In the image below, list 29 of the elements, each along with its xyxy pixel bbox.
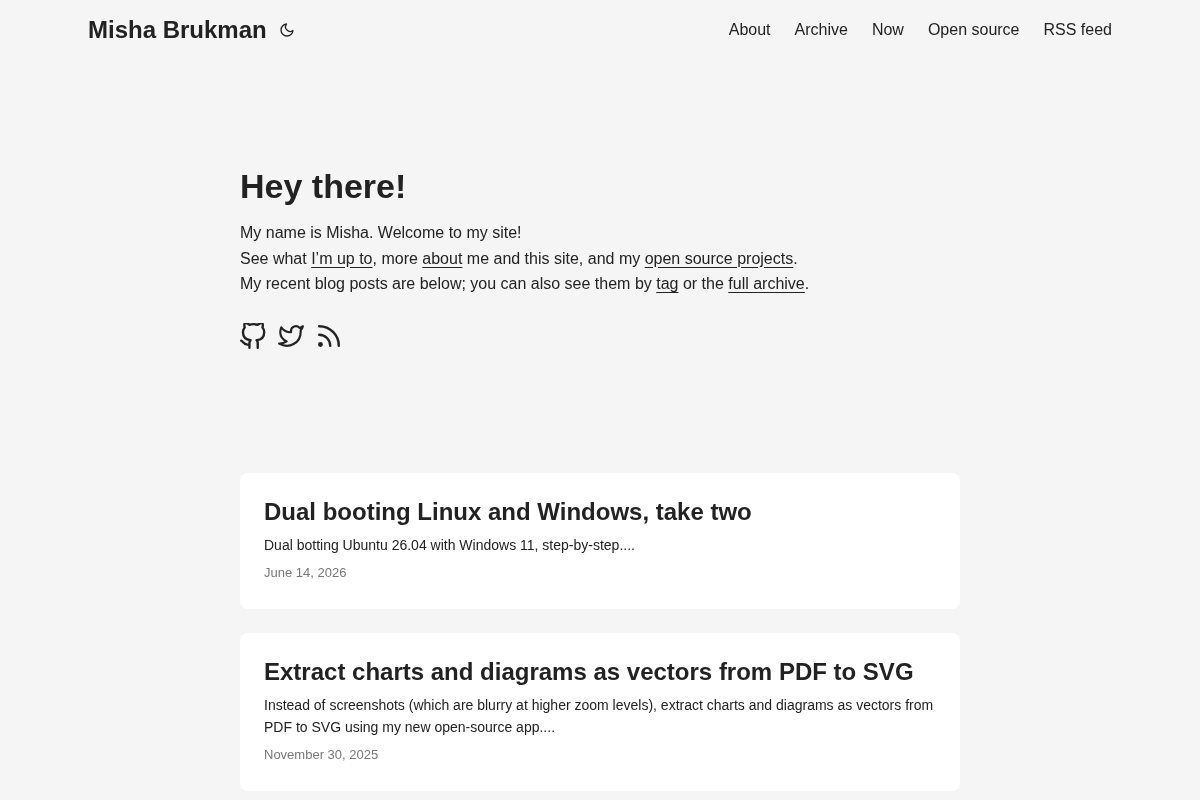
- bird-link[interactable]: [278, 322, 304, 349]
- dark-mode-toggle[interactable]: [278, 22, 295, 38]
- inline-link[interactable]: full archive: [728, 275, 805, 292]
- nav-link[interactable]: Now: [871, 20, 904, 40]
- intro-text: My recent blog posts are below; you can also see them by tag or the full archive.: [240, 274, 811, 294]
- post-excerpt: Instead of screenshots (which are blurry at higher zoom levels), extract charts and diagrams as vectors from PDF to SVG using my new open-source app....: [264, 695, 935, 737]
- post-excerpt: Dual botting Ubuntu 26.04 with Windows 11, step-by-step....: [264, 535, 636, 555]
- github-cat-link[interactable]: [240, 322, 266, 349]
- bird-icon: [278, 322, 304, 349]
- post-date: June 14, 2026: [264, 563, 348, 582]
- github-cat-icon: [240, 322, 266, 349]
- intro-text: See what I’m up to, more about me and this site, and my open source projects.: [240, 248, 799, 269]
- inline-link[interactable]: tag: [656, 275, 679, 292]
- inline-link[interactable]: about: [422, 249, 463, 267]
- post-title-link[interactable]: Dual booting Linux and Windows, take two: [264, 496, 936, 526]
- nav-link[interactable]: Archive: [794, 20, 848, 40]
- post-title-link[interactable]: Extract charts and diagrams as vectors from PDF to SVG: [264, 656, 936, 686]
- rss-feed-link[interactable]: [316, 322, 342, 349]
- site-title-link[interactable]: Misha Brukman: [88, 15, 267, 45]
- inline-link[interactable]: I’m up to: [311, 249, 373, 267]
- nav-link[interactable]: About: [728, 20, 771, 40]
- inline-link[interactable]: open source projects: [644, 249, 794, 267]
- rss-feed-icon: [318, 324, 340, 347]
- intro-text: My name is Misha. Welcome to my site!: [240, 223, 523, 243]
- nav-link[interactable]: RSS feed: [1043, 20, 1112, 40]
- post-date: November 30, 2025: [264, 745, 380, 764]
- intro-heading: Hey there!: [240, 166, 408, 207]
- moon-icon: [278, 22, 295, 38]
- nav-link[interactable]: Open source: [927, 20, 1020, 40]
